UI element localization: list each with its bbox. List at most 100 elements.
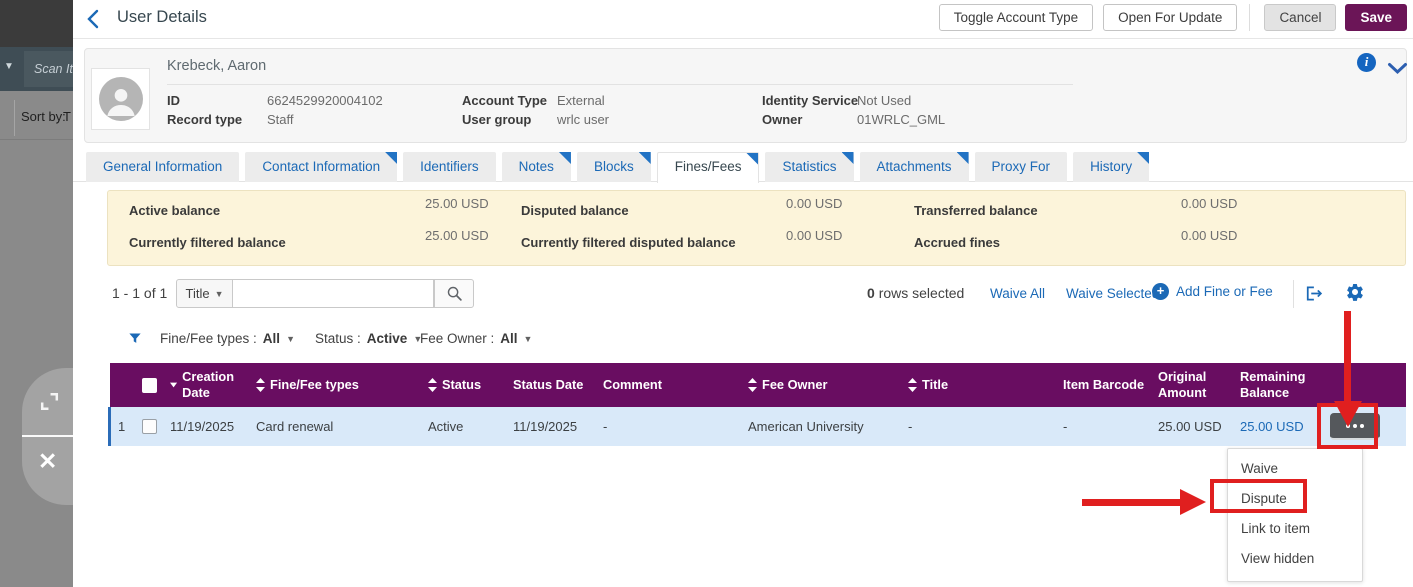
active-balance-label: Active balance xyxy=(129,203,220,218)
filter-fee-owner[interactable]: Fee Owner :All▼ xyxy=(420,331,532,346)
search-field-label: Title xyxy=(186,286,210,301)
transferred-balance-label: Transferred balance xyxy=(914,203,1038,218)
divider xyxy=(1249,4,1250,31)
column-original-amount: Original Amount xyxy=(1150,363,1232,407)
column-comment: Comment xyxy=(595,363,740,407)
sort-icon xyxy=(908,378,917,392)
plus-circle-icon: + xyxy=(1152,283,1169,300)
toggle-account-type-button[interactable]: Toggle Account Type xyxy=(939,4,1093,31)
rows-selected-label: rows selected xyxy=(879,285,965,301)
annotation-arrow-down-shaft xyxy=(1344,311,1351,403)
tab-flag-icon xyxy=(957,152,969,164)
filter-funnel-icon[interactable] xyxy=(127,331,143,351)
divider xyxy=(1293,280,1294,308)
tab-flag-icon xyxy=(639,152,651,164)
tab-attachments[interactable]: Attachments xyxy=(860,152,969,182)
filter-fine-fee-types[interactable]: Fine/Fee types :All▼ xyxy=(160,331,295,346)
column-label: Status xyxy=(442,377,481,393)
user-name: Krebeck, Aaron xyxy=(167,58,266,74)
annotation-arrow-right-head xyxy=(1180,489,1206,515)
sort-icon xyxy=(748,378,757,392)
tab-label: Fines/Fees xyxy=(675,159,742,174)
floating-widget-pill: ✕ xyxy=(22,368,73,505)
tab-label: Attachments xyxy=(877,159,952,174)
tab-fines-fees[interactable]: Fines/Fees xyxy=(657,152,760,183)
search-input[interactable] xyxy=(233,279,434,308)
save-button[interactable]: Save xyxy=(1345,4,1407,31)
column-fee-owner[interactable]: Fee Owner xyxy=(740,363,900,407)
tab-flag-icon xyxy=(746,153,758,165)
gear-icon[interactable] xyxy=(1345,282,1365,307)
cell-remaining-balance-link[interactable]: 25.00 USD xyxy=(1232,407,1314,446)
row-checkbox[interactable] xyxy=(142,419,157,434)
cell-fine-fee-type: Card renewal xyxy=(248,407,420,446)
search-field-selector[interactable]: Title ▼ xyxy=(176,279,233,308)
export-icon[interactable] xyxy=(1302,283,1324,309)
sort-by-value: T xyxy=(63,109,71,124)
tab-contact-information[interactable]: Contact Information xyxy=(245,152,397,182)
tab-proxy-for[interactable]: Proxy For xyxy=(975,152,1068,182)
user-details-page: ▼ Scan Ite Sort by: T ✕ User Deta xyxy=(0,0,1413,587)
tab-notes[interactable]: Notes xyxy=(502,152,571,182)
info-icon[interactable]: i xyxy=(1357,53,1376,72)
filtered-balance-label: Currently filtered balance xyxy=(129,235,286,250)
select-all-checkbox[interactable] xyxy=(142,378,157,393)
tab-label: Identifiers xyxy=(420,159,479,174)
add-fine-or-fee-button[interactable]: + Add Fine or Fee xyxy=(1152,283,1273,300)
cell-title: - xyxy=(900,407,1055,446)
tab-history[interactable]: History xyxy=(1073,152,1149,182)
scan-item-input[interactable]: Scan Ite xyxy=(24,51,73,87)
identity-service-value: Not Used xyxy=(857,93,911,108)
tab-blocks[interactable]: Blocks xyxy=(577,152,651,182)
tab-label: Blocks xyxy=(594,159,634,174)
column-status[interactable]: Status xyxy=(420,363,505,407)
close-icon[interactable]: ✕ xyxy=(38,448,57,475)
table-header-row: Creation Date Fine/Fee types Status Stat… xyxy=(110,363,1406,407)
back-chevron-icon[interactable] xyxy=(86,9,100,34)
menu-item-view-hidden[interactable]: View hidden xyxy=(1228,544,1362,574)
tab-identifiers[interactable]: Identifiers xyxy=(403,152,496,182)
cancel-button[interactable]: Cancel xyxy=(1264,4,1336,31)
cell-original-amount: 25.00 USD xyxy=(1150,407,1232,446)
row-accent-bar xyxy=(108,407,111,446)
record-type-label: Record type xyxy=(167,112,242,127)
menu-item-link-to-item[interactable]: Link to item xyxy=(1228,514,1362,544)
cell-select xyxy=(134,407,162,446)
identity-service-label: Identity Service xyxy=(762,93,858,108)
divider xyxy=(22,435,73,437)
column-label: Status Date xyxy=(513,377,583,393)
column-label: Item Barcode xyxy=(1063,377,1144,393)
column-label: Original Amount xyxy=(1158,369,1232,401)
open-for-update-button[interactable]: Open For Update xyxy=(1103,4,1237,31)
disputed-balance-label: Disputed balance xyxy=(521,203,629,218)
waive-selected-link[interactable]: Waive Selected xyxy=(1066,286,1159,301)
user-group-value: wrlc user xyxy=(557,112,609,127)
filter-value: All xyxy=(500,331,517,346)
topbar-actions: Toggle Account Type Open For Update Canc… xyxy=(929,3,1407,31)
filter-label: Fine/Fee types : xyxy=(160,331,257,346)
column-fine-fee-types[interactable]: Fine/Fee types xyxy=(248,363,420,407)
account-type-value: External xyxy=(557,93,605,108)
cell-status: Active xyxy=(420,407,505,446)
background-header-strip xyxy=(0,0,73,47)
chevron-down-icon[interactable] xyxy=(1387,62,1408,80)
tab-general-information[interactable]: General Information xyxy=(86,152,239,182)
tab-flag-icon xyxy=(385,152,397,164)
cell-fee-owner: American University xyxy=(740,407,900,446)
table-row: 1 11/19/2025 Card renewal Active 11/19/2… xyxy=(110,407,1406,446)
header-row-number xyxy=(110,363,134,407)
column-creation-date[interactable]: Creation Date xyxy=(162,363,248,407)
column-label: Remaining Balance xyxy=(1240,369,1314,401)
column-title[interactable]: Title xyxy=(900,363,1055,407)
tab-statistics[interactable]: Statistics xyxy=(765,152,853,182)
search-button[interactable] xyxy=(434,279,474,308)
cell-item-barcode: - xyxy=(1055,407,1150,446)
waive-all-link[interactable]: Waive All xyxy=(990,286,1045,301)
filter-value: All xyxy=(263,331,280,346)
sort-by-row: Sort by: T xyxy=(0,98,73,138)
expand-icon[interactable] xyxy=(37,389,62,419)
cell-creation-date: 11/19/2025 xyxy=(162,407,248,446)
tab-label: Proxy For xyxy=(992,159,1051,174)
avatar xyxy=(91,68,150,130)
filter-status[interactable]: Status :Active▼ xyxy=(315,331,422,346)
